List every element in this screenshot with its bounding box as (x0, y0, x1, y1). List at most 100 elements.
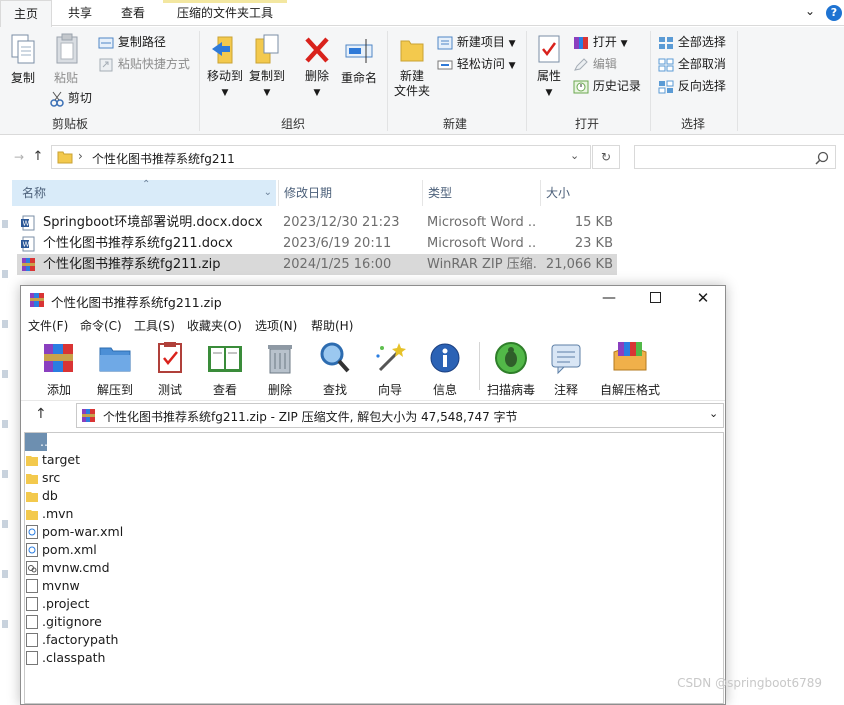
tab-compressed-folder-tools[interactable]: 压缩的文件夹工具 (163, 0, 287, 26)
menu-tools[interactable]: 工具(S) (134, 317, 175, 334)
tab-view[interactable]: 查看 (108, 0, 158, 26)
select-none-icon (658, 58, 674, 71)
wizard-button[interactable]: 向导 (362, 340, 418, 398)
menu-commands[interactable]: 命令(C) (80, 317, 122, 334)
file-type: WinRAR ZIP 压缩... (427, 257, 537, 272)
open-button[interactable]: 打开 ▼ (573, 32, 628, 52)
list-item-parent[interactable]: .. (25, 433, 48, 451)
group-label-new: 新建 (442, 117, 467, 131)
winrar-icon (82, 409, 95, 422)
view-book-icon (208, 346, 242, 372)
test-button[interactable]: 测试 (142, 340, 198, 398)
properties-button[interactable]: 属性 ▼ (530, 33, 568, 101)
winrar-window: 个性化图书推荐系统fg211.zip — ✕ 文件(F) 命令(C) 工具(S)… (20, 285, 726, 705)
xml-file-icon (26, 543, 38, 557)
menu-favorites[interactable]: 收藏夹(O) (187, 317, 242, 334)
column-header-date[interactable]: 修改日期 (278, 180, 420, 206)
breadcrumb-current[interactable]: 个性化图书推荐系统fg211 (92, 150, 235, 167)
invert-selection-label: 反向选择 (677, 79, 726, 93)
paste-button[interactable]: 粘贴 (46, 33, 86, 86)
search-box[interactable] (634, 145, 836, 169)
delete-button[interactable]: 删除 ▼ (300, 33, 334, 101)
column-header-size[interactable]: 大小 (540, 180, 620, 206)
close-icon[interactable]: ✕ (689, 287, 717, 309)
edit-button[interactable]: 编辑 (573, 54, 617, 74)
move-to-button[interactable]: 移动到 ▼ (204, 33, 246, 101)
add-button[interactable]: 添加 (31, 340, 87, 398)
file-type: Microsoft Word ... (427, 215, 537, 230)
menu-help[interactable]: 帮助(H) (311, 317, 353, 334)
select-none-button[interactable]: 全部取消 (658, 54, 726, 74)
winrar-menu-bar: 文件(F) 命令(C) 工具(S) 收藏夹(O) 选项(N) 帮助(H) (21, 314, 725, 336)
comment-button[interactable]: 注释 (538, 340, 594, 398)
archive-path-combo[interactable]: 个性化图书推荐系统fg211.zip - ZIP 压缩文件, 解包大小为 47,… (76, 403, 724, 428)
new-item-button[interactable]: 新建项目 ▼ (437, 32, 516, 52)
forward-arrow-icon[interactable]: → (12, 150, 26, 164)
open-label: 打开 (592, 35, 617, 49)
view-button[interactable]: 查看 (197, 340, 253, 398)
copy-to-button[interactable]: 复制到 ▼ (246, 33, 288, 101)
easy-access-label: 轻松访问 (456, 57, 505, 71)
column-header-type[interactable]: 类型 (422, 180, 538, 206)
address-dropdown-icon[interactable]: ⌄ (570, 149, 579, 162)
easy-access-button[interactable]: 轻松访问 ▼ (437, 54, 516, 74)
cmd-file-icon (26, 561, 38, 575)
sfx-button[interactable]: 自解压格式 (597, 340, 663, 398)
ribbon-collapse-chevron-icon[interactable]: ⌄ (800, 4, 820, 22)
new-item-icon (437, 36, 453, 49)
winrar-small-icon (574, 36, 588, 49)
up-arrow-icon[interactable]: ↑ (30, 149, 46, 165)
extract-folder-icon (99, 347, 131, 372)
cut-button[interactable]: 剪切 (50, 88, 92, 108)
paste-shortcut-icon (99, 58, 113, 71)
path-dropdown-icon[interactable]: ⌄ (709, 407, 718, 420)
copy-path-label: 复制路径 (117, 35, 166, 49)
winrar-icon (30, 293, 44, 307)
maximize-icon[interactable] (641, 290, 669, 312)
invert-selection-button[interactable]: 反向选择 (658, 76, 726, 96)
file-row-selected[interactable]: 个性化图书推荐系统fg211.zip 2024/1/25 16:00 WinRA… (17, 254, 617, 275)
delete-button[interactable]: 删除 (252, 340, 308, 398)
copy-path-button[interactable]: 复制路径 (98, 32, 166, 52)
file-size: 15 KB (574, 215, 613, 230)
info-button[interactable]: 信息 (417, 340, 473, 398)
tab-home[interactable]: 主页 (0, 0, 52, 27)
new-folder-button[interactable]: 新建 文件夹 (390, 33, 434, 99)
find-button[interactable]: 查找 (307, 340, 363, 398)
menu-options[interactable]: 选项(N) (255, 317, 297, 334)
paste-label: 粘贴 (53, 71, 78, 85)
file-row[interactable]: W Springboot环境部署说明.docx.docx 2023/12/30 … (17, 212, 617, 233)
paste-icon (56, 33, 78, 64)
folder-icon (26, 456, 38, 466)
ribbon-tab-bar: 主页 共享 查看 压缩的文件夹工具 ⌄ ? (0, 0, 844, 27)
paste-shortcut-button[interactable]: 粘贴快捷方式 (98, 54, 190, 74)
extract-to-button[interactable]: 解压到 (87, 340, 143, 398)
up-arrow-icon[interactable]: ↑ (35, 406, 51, 422)
history-label: 历史记录 (592, 79, 641, 93)
rename-button[interactable]: 重命名 (338, 33, 380, 86)
column-header-name[interactable]: 名称 ⌃ ⌄ (12, 179, 276, 206)
file-icon (26, 651, 38, 665)
file-name: Springboot环境部署说明.docx.docx (43, 215, 263, 230)
select-all-button[interactable]: 全部选择 (658, 32, 726, 52)
history-button[interactable]: 历史记录 (573, 76, 641, 96)
column-dropdown-icon[interactable]: ⌄ (264, 180, 272, 206)
rename-icon (345, 39, 373, 63)
group-label-select: 选择 (680, 117, 705, 131)
scan-virus-button[interactable]: 扫描病毒 (481, 340, 541, 398)
tab-share[interactable]: 共享 (56, 0, 104, 26)
minimize-icon[interactable]: — (595, 288, 623, 310)
copy-button[interactable]: 复制 (4, 33, 42, 86)
file-row[interactable]: W 个性化图书推荐系统fg211.docx 2023/6/19 20:11 Mi… (17, 233, 617, 254)
file-icon (26, 597, 38, 611)
address-bar[interactable]: › 个性化图书推荐系统fg211 ⌄ (51, 145, 591, 169)
watermark: CSDN @springboot6789 (677, 676, 822, 690)
search-icon (815, 151, 829, 165)
scan-virus-label: 扫描病毒 (486, 383, 535, 397)
refresh-icon[interactable]: ↻ (592, 145, 620, 169)
menu-file[interactable]: 文件(F) (28, 317, 68, 334)
help-icon[interactable]: ? (826, 5, 842, 21)
wizard-label: 向导 (377, 383, 402, 397)
extract-to-label: 解压到 (96, 383, 133, 397)
select-all-icon (659, 36, 673, 49)
